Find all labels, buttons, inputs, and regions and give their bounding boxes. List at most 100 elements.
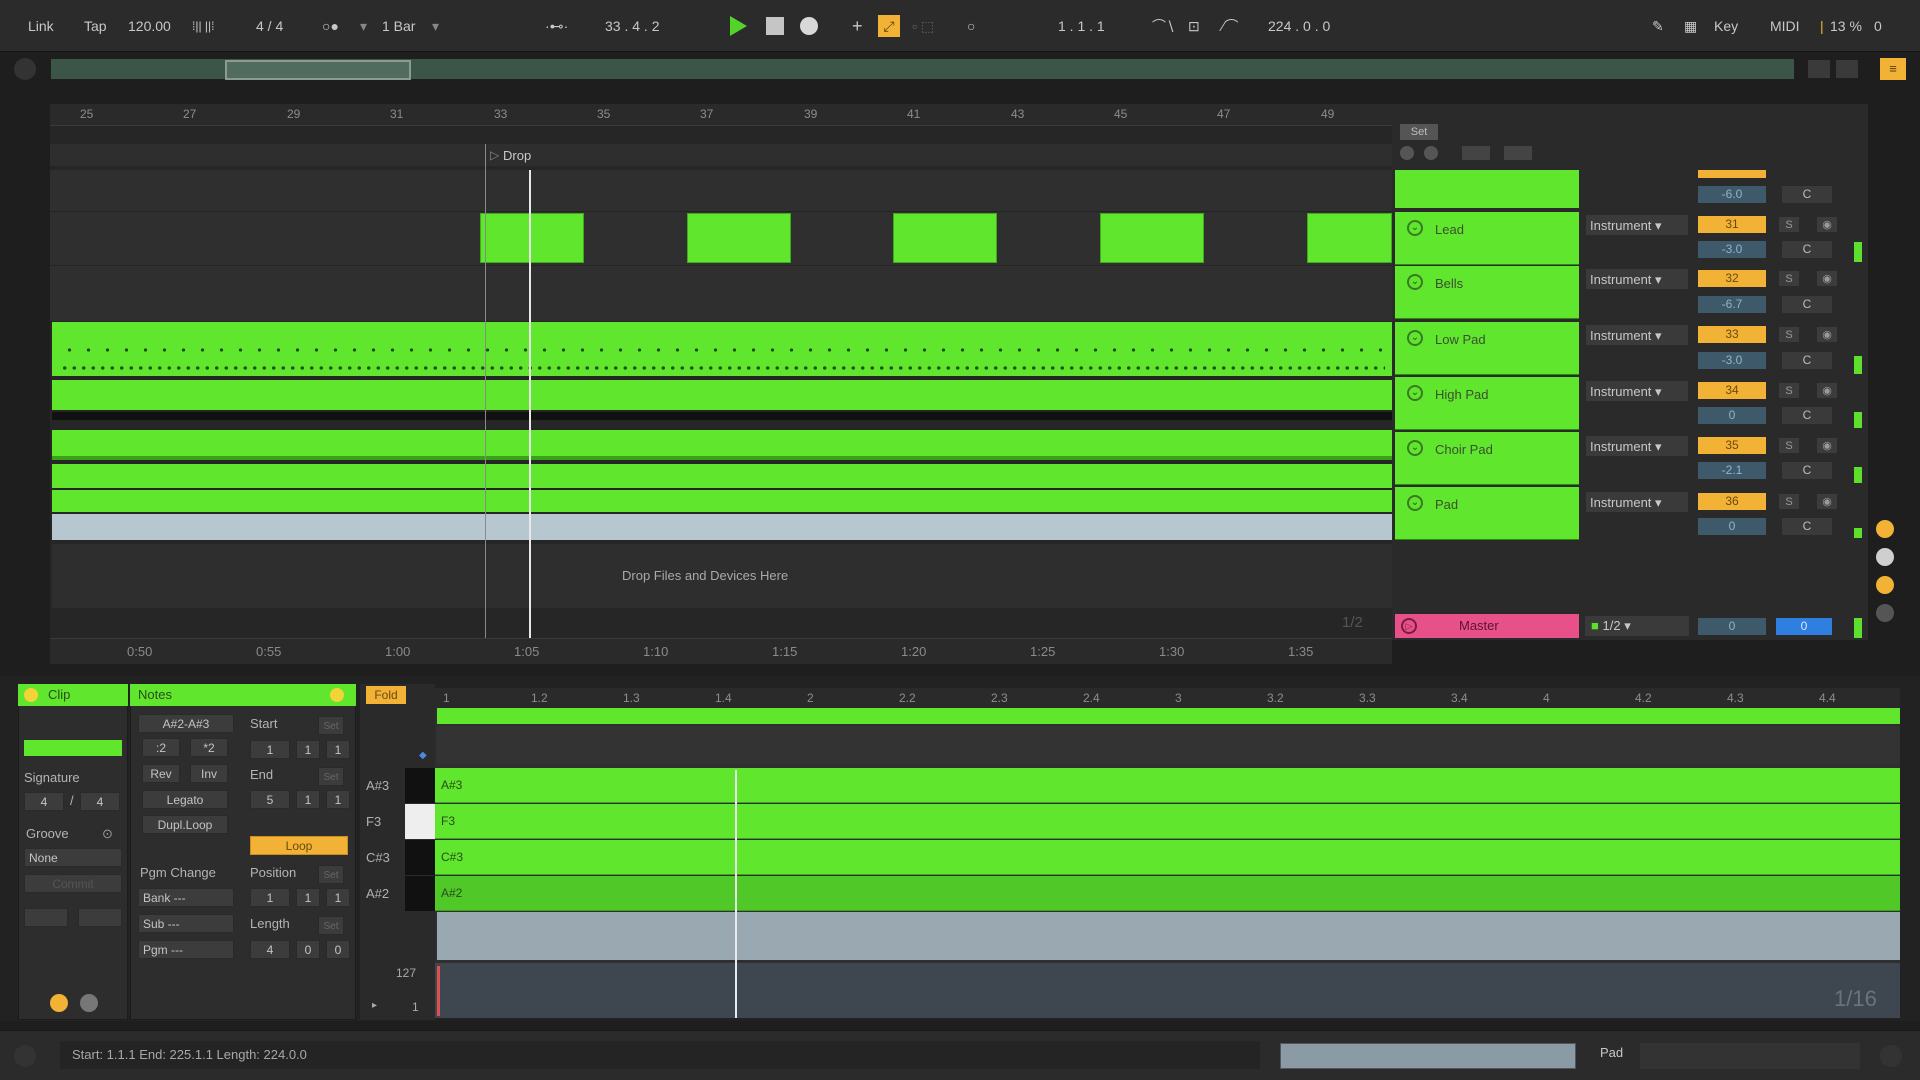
nudge-icon[interactable]: ⁞|| ||⁞: [192, 14, 214, 38]
computer-keyboard-icon[interactable]: ▦: [1684, 14, 1697, 38]
track-lane-lead[interactable]: [50, 212, 1392, 266]
volume-field[interactable]: -6.7: [1698, 296, 1766, 313]
midi-clip[interactable]: [893, 213, 997, 263]
pan-field[interactable]: C: [1782, 518, 1832, 535]
bank-field[interactable]: Bank ---: [138, 888, 234, 907]
double-button[interactable]: *2: [190, 738, 228, 757]
grid-setting[interactable]: 1/16: [1834, 986, 1877, 1012]
stop-button[interactable]: [766, 17, 784, 35]
view-toggle-icon[interactable]: [1808, 60, 1830, 78]
fold-icon[interactable]: ⌄: [1407, 385, 1423, 401]
midi-map-button[interactable]: MIDI: [1770, 14, 1800, 38]
time-signature-field[interactable]: 4 / 4: [256, 14, 283, 38]
arrangement-overview[interactable]: [50, 58, 1795, 80]
fold-icon[interactable]: ⌄: [1407, 330, 1423, 346]
empty-note-area[interactable]: [437, 912, 1900, 960]
reverse-button[interactable]: Rev: [142, 764, 180, 783]
input-type-select[interactable]: Instrument ▾: [1585, 324, 1689, 346]
pan-field[interactable]: C: [1782, 241, 1832, 258]
midi-clip-pad[interactable]: [52, 490, 1392, 512]
invert-button[interactable]: Inv: [190, 764, 228, 783]
solo-button[interactable]: S: [1778, 216, 1800, 233]
mixer-toggle-icon[interactable]: [1876, 604, 1894, 622]
expand-icon[interactable]: [1462, 146, 1490, 160]
clip-tool-button[interactable]: [24, 908, 68, 927]
locator-flag-icon[interactable]: ▷: [490, 148, 499, 162]
master-routing-select[interactable]: ■ 1/2 ▾: [1585, 616, 1689, 636]
midi-clip[interactable]: [1100, 213, 1204, 263]
master-fold-icon[interactable]: ▷: [1401, 618, 1417, 634]
length-bar-field[interactable]: 4: [250, 940, 290, 959]
piano-key-white[interactable]: [405, 804, 435, 839]
solo-button[interactable]: S: [1778, 493, 1800, 510]
midi-clip-high-pad[interactable]: [52, 380, 1392, 410]
clip-color-swatch[interactable]: [24, 740, 122, 756]
midi-clip-choir-pad[interactable]: [52, 430, 1392, 460]
input-type-select[interactable]: Instrument ▾: [1585, 380, 1689, 402]
record-button[interactable]: [800, 17, 818, 35]
solo-button[interactable]: S: [1778, 326, 1800, 343]
clip-ruler[interactable]: 1 1.2 1.3 1.4 2 2.2 2.3 2.4 3 3.2 3.3 3.…: [435, 688, 1900, 710]
time-ruler[interactable]: 0:50 0:55 1:00 1:05 1:10 1:15 1:20 1:25 …: [50, 638, 1392, 664]
midi-clip[interactable]: [687, 213, 791, 263]
tap-tempo-button[interactable]: Tap: [84, 14, 107, 38]
track-header-pad[interactable]: ⌄ Pad: [1395, 487, 1579, 540]
master-volume-field[interactable]: 0: [1698, 618, 1766, 635]
input-type-select[interactable]: Instrument ▾: [1585, 491, 1689, 513]
input-type-select[interactable]: Instrument ▾: [1585, 268, 1689, 290]
follow-icon[interactable]: ·⊷·: [545, 14, 568, 38]
loop-toggle-button[interactable]: Loop: [250, 836, 348, 855]
volume-field[interactable]: -3.0: [1698, 241, 1766, 258]
locator-lane[interactable]: ▷ Drop: [50, 144, 1392, 166]
set-length-button[interactable]: Set: [318, 916, 344, 935]
track-number[interactable]: 36: [1698, 493, 1766, 510]
loop-switch-icon[interactable]: ⊡: [1188, 14, 1200, 38]
set-position-button[interactable]: Set: [318, 865, 344, 884]
selected-clip-region[interactable]: [52, 514, 1392, 540]
duplicate-loop-button[interactable]: Dupl.Loop: [142, 815, 228, 834]
note-scroll-area[interactable]: [437, 726, 1900, 764]
velocity-marker[interactable]: [437, 966, 440, 1016]
track-name[interactable]: Lead: [1435, 222, 1464, 237]
track-header-lead[interactable]: ⌄ Lead: [1395, 212, 1579, 265]
note-lane[interactable]: C#3: [435, 840, 1900, 875]
overdub-icon[interactable]: +: [852, 14, 863, 38]
arrangement-position-field[interactable]: 33 . 4 . 2: [605, 14, 659, 38]
loop-record-icon[interactable]: ○: [967, 14, 975, 38]
end-bar-field[interactable]: 5: [250, 790, 290, 809]
view-toggle-icon[interactable]: [1836, 60, 1858, 78]
solo-button[interactable]: S: [1778, 382, 1800, 399]
input-type-select[interactable]: Instrument ▾: [1585, 214, 1689, 236]
arm-button[interactable]: ◉: [1816, 382, 1838, 399]
solo-button[interactable]: S: [1778, 270, 1800, 287]
track-number[interactable]: 35: [1698, 437, 1766, 454]
device-status-area[interactable]: [1640, 1043, 1860, 1069]
piano-key-black[interactable]: [405, 768, 435, 803]
folder-icon[interactable]: [1504, 146, 1532, 160]
master-track-header[interactable]: ▷ Master: [1395, 614, 1579, 638]
session-record-icon[interactable]: ▫ ⬚: [912, 14, 934, 38]
overview-view-window[interactable]: [225, 60, 411, 80]
track-lane-bells[interactable]: [50, 266, 1392, 322]
clip-view-toggle-icon[interactable]: [50, 994, 68, 1012]
returns-toggle-icon[interactable]: [1876, 576, 1894, 594]
play-button[interactable]: [730, 16, 747, 36]
position-beat-field[interactable]: 1: [296, 888, 320, 907]
volume-field[interactable]: -3.0: [1698, 352, 1766, 369]
sends-toggle-icon[interactable]: [1876, 548, 1894, 566]
punch-out-icon[interactable]: ∕⌒: [1222, 14, 1238, 38]
fold-icon[interactable]: ⌄: [1407, 495, 1423, 511]
signature-numerator[interactable]: 4: [24, 792, 64, 811]
start-bar-field[interactable]: 1: [250, 740, 290, 759]
loop-brace[interactable]: [437, 708, 1900, 724]
clip-tool-button[interactable]: [78, 908, 122, 927]
clip-activator-icon[interactable]: [24, 688, 38, 702]
drop-area[interactable]: Drop Files and Devices Here: [52, 544, 1392, 608]
fold-icon[interactable]: ⌄: [1407, 440, 1423, 456]
midi-clip[interactable]: [480, 213, 584, 263]
forward-icon[interactable]: [1424, 146, 1438, 160]
midi-clip[interactable]: [1307, 213, 1392, 263]
track-number[interactable]: 33: [1698, 326, 1766, 343]
volume-field[interactable]: 0: [1698, 518, 1766, 535]
track-number[interactable]: [1698, 170, 1766, 178]
